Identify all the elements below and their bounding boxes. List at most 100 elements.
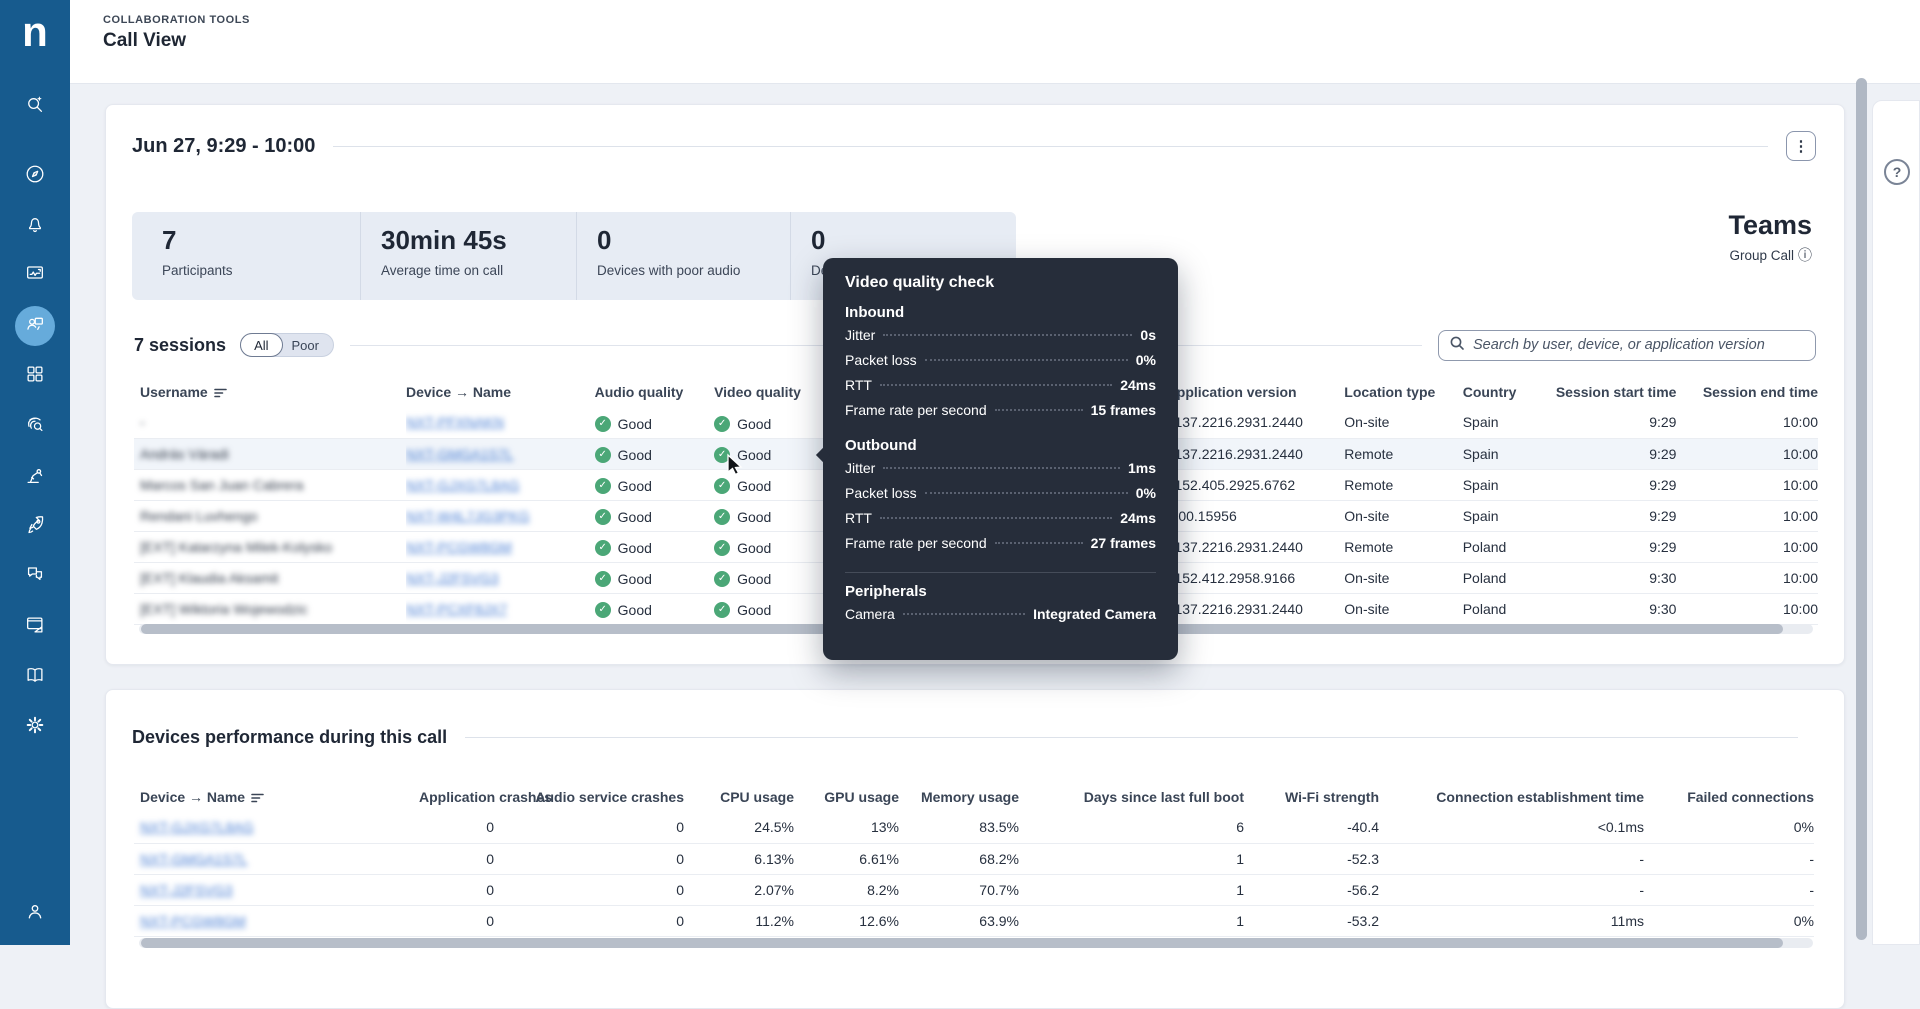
application-crashes: 0 — [419, 905, 494, 936]
country: Poland — [1463, 593, 1546, 624]
col-location-type[interactable]: Location type — [1344, 377, 1462, 407]
device-link[interactable]: NXT-GMGA1S7L — [140, 851, 247, 867]
search-icon — [1449, 335, 1465, 356]
device-row[interactable]: NXT-PCGW8GM 0 0 11.2% 12.6% 63.9% 1 -53.… — [134, 905, 1814, 936]
device-link[interactable]: NXT-PCGW8GM — [406, 539, 512, 555]
col-connection-time[interactable]: Connection establishment time — [1379, 782, 1644, 812]
device-row[interactable]: NXT-J2FSVG3 0 0 2.07% 8.2% 70.7% 1 -56.2… — [134, 874, 1814, 905]
cpu-usage: 24.5% — [684, 812, 794, 843]
good-check-icon — [595, 447, 611, 463]
sidebar-item-adoption[interactable] — [15, 507, 55, 547]
sidebar-item-investigate[interactable] — [15, 86, 55, 126]
video-quality-tooltip: Video quality check Inbound Jitter0s Pac… — [823, 258, 1178, 660]
col-country[interactable]: Country — [1463, 377, 1546, 407]
video-quality-value: Good — [737, 571, 771, 587]
sidebar-item-settings[interactable] — [15, 707, 55, 747]
sidebar-item-guides[interactable] — [15, 156, 55, 196]
col-gpu-usage[interactable]: GPU usage — [794, 782, 899, 812]
username: András Váradi — [140, 446, 229, 462]
device-link[interactable]: NXT-J2FSVG3 — [140, 882, 233, 898]
session-start: 9:29 — [1546, 500, 1676, 531]
application-version: 4137.2216.2931.2440 — [1167, 531, 1345, 562]
device-link[interactable]: NXT-PCGW8GM — [140, 913, 246, 929]
book-icon — [24, 664, 46, 691]
col-wifi-strength[interactable]: Wi-Fi strength — [1244, 782, 1379, 812]
sidebar-item-account[interactable] — [15, 893, 55, 933]
sidebar-item-design[interactable] — [15, 607, 55, 647]
col-username[interactable]: Username — [134, 377, 406, 407]
sidebar-item-applications[interactable] — [15, 356, 55, 396]
col-memory-usage[interactable]: Memory usage — [899, 782, 1019, 812]
device-link[interactable]: NXT-PCXF8JX7 — [406, 601, 507, 617]
col-application-crashes[interactable]: Application crashes — [419, 782, 494, 812]
person-icon — [24, 900, 46, 927]
wifi-strength: -40.4 — [1244, 812, 1379, 843]
kebab-icon: ⋮ — [1794, 137, 1809, 155]
good-check-icon — [714, 478, 730, 494]
search-input[interactable] — [1473, 337, 1805, 353]
session-end: 10:00 — [1676, 562, 1818, 593]
sidebar-item-alerts[interactable] — [15, 206, 55, 246]
nexthink-logo[interactable]: n — [0, 8, 70, 56]
sidebar-item-automation[interactable] — [15, 457, 55, 497]
sidebar-item-library[interactable] — [15, 657, 55, 697]
devices-horizontal-scrollbar — [139, 938, 1813, 948]
device-link[interactable]: NXT-GMGA1S7L — [406, 446, 513, 462]
country: Spain — [1463, 500, 1546, 531]
session-start: 9:29 — [1546, 469, 1676, 500]
col-cpu-usage[interactable]: CPU usage — [684, 782, 794, 812]
devices-header-row: Device → Name Application crashes Audio … — [134, 782, 1814, 812]
video-quality-value: Good — [737, 602, 771, 618]
sessions-filter-toggle: All Poor — [240, 333, 334, 357]
vertical-scrollbar-thumb[interactable] — [1856, 78, 1867, 940]
device-row[interactable]: NXT-GJXG7L8AG 0 0 24.5% 13% 83.5% 6 -40.… — [134, 812, 1814, 843]
sidebar-item-collaboration[interactable] — [15, 306, 55, 346]
sessions-search-box — [1438, 330, 1816, 361]
platform-name: Teams — [1728, 209, 1812, 241]
col-video-quality[interactable]: Video quality — [714, 377, 834, 407]
robot-arm-icon — [24, 464, 46, 491]
audio-quality-value: Good — [618, 602, 652, 618]
col-application-version[interactable]: Application version — [1167, 377, 1345, 407]
device-link[interactable]: NXT-GJXG7L8AG — [406, 477, 520, 493]
device-row[interactable]: NXT-GMGA1S7L 0 0 6.13% 6.61% 68.2% 1 -52… — [134, 843, 1814, 874]
sort-icon — [251, 790, 264, 806]
help-button[interactable]: ? — [1884, 159, 1910, 185]
device-link[interactable]: NXT-PFXNAKN — [406, 414, 504, 430]
device-link[interactable]: NXT-J2FSVG3 — [406, 570, 499, 586]
col-days-since-boot[interactable]: Days since last full boot — [1019, 782, 1244, 812]
col-audio-quality[interactable]: Audio quality — [595, 377, 714, 407]
tooltip-title: Video quality check — [845, 274, 1156, 292]
tooltip-metric-row: Frame rate per second15 frames — [845, 402, 1156, 427]
scrollbar-thumb[interactable] — [141, 938, 1783, 948]
good-check-icon — [714, 602, 730, 618]
sidebar-item-diagnostics[interactable] — [15, 406, 55, 446]
cpu-usage: 6.13% — [684, 843, 794, 874]
wifi-strength: -52.3 — [1244, 843, 1379, 874]
col-failed-connections[interactable]: Failed connections — [1644, 782, 1814, 812]
tooltip-metric-row: Packet loss0% — [845, 352, 1156, 377]
col-device-name[interactable]: Device → Name — [406, 377, 595, 407]
monitor-chart-icon — [24, 262, 46, 289]
filter-all-button[interactable]: All — [240, 333, 282, 357]
session-start: 9:29 — [1546, 531, 1676, 562]
good-check-icon — [714, 571, 730, 587]
col-session-start[interactable]: Session start time — [1546, 377, 1676, 407]
col-session-end[interactable]: Session end time — [1676, 377, 1818, 407]
gpu-usage: 6.61% — [794, 843, 899, 874]
help-panel: ? — [1872, 100, 1920, 945]
page-header: COLLABORATION TOOLS Call View — [70, 0, 1920, 84]
device-link[interactable]: NXT-GJXG7L8AG — [140, 819, 254, 835]
col-device-name[interactable]: Device → Name — [134, 782, 419, 812]
info-icon[interactable]: ⓘ — [1798, 245, 1812, 265]
filter-poor-button[interactable]: Poor — [282, 338, 333, 353]
card-menu-button[interactable]: ⋮ — [1786, 131, 1816, 161]
gpu-usage: 8.2% — [794, 874, 899, 905]
sidebar-item-experience[interactable] — [15, 255, 55, 295]
audio-service-crashes: 0 — [494, 812, 684, 843]
sidebar-item-engage[interactable] — [15, 556, 55, 596]
stat-label: Participants — [162, 263, 360, 278]
application-crashes: 0 — [419, 874, 494, 905]
days-since-boot: 1 — [1019, 843, 1244, 874]
device-link[interactable]: NXT-W4L7JG3PKG — [406, 508, 530, 524]
